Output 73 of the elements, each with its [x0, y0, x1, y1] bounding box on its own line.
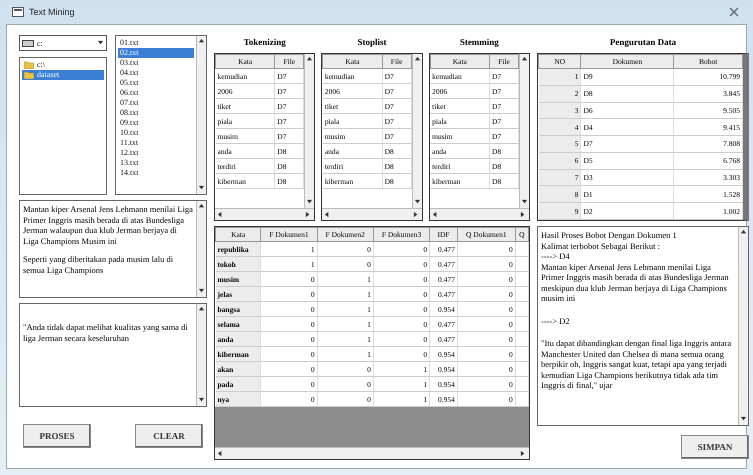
folder-item[interactable]: c:\ [22, 60, 104, 70]
close-icon[interactable] [729, 7, 739, 17]
down-arrow-icon[interactable] [740, 416, 747, 423]
text-line: ----> D4 [541, 251, 571, 262]
left-arrow-icon[interactable] [217, 450, 224, 457]
down-arrow-icon[interactable] [198, 397, 205, 404]
up-arrow-icon[interactable] [520, 56, 528, 63]
down-arrow-icon[interactable] [97, 40, 104, 46]
scrollbar[interactable] [215, 447, 529, 459]
text-line: Hasil Proses Bobot Dengan Dokumen 1 [541, 230, 678, 240]
paragraph: "Anda tidak dapat melihat kualitas yang sama di liga Jerman secara keseluruhan [23, 322, 189, 343]
query-text-area[interactable]: "Anda tidak dapat melihat kualitas yang sama di liga Jerman secara keseluruhan [19, 303, 207, 407]
paragraph: Mantan kiper Arsenal Jens Lehmann menilai Liga Primer Inggris masih berada di atas Bundesliga Jerman walaupun dua klub Jerman berjaya di Liga Champions Musim ini [23, 204, 193, 246]
file-item[interactable]: 07.txt [118, 98, 194, 108]
down-arrow-icon[interactable] [520, 199, 528, 206]
grid-title: Stoplist [356, 36, 388, 49]
grid-title: Pengurutan Data [608, 36, 678, 49]
text-line: Mantan kiper Arsenal Jens Lehmann menilai Liga Primer Inggris masih berada di atas Bundesliga Jerman meskipun dua klub Jerman berjaya di Liga Champions musim ini [541, 262, 730, 304]
file-item[interactable]: 14.txt [118, 168, 194, 178]
scrollbar[interactable] [196, 201, 206, 297]
app-icon [12, 7, 24, 17]
scrollbar[interactable] [304, 54, 314, 208]
down-arrow-icon[interactable] [198, 288, 205, 295]
up-arrow-icon[interactable] [198, 38, 205, 45]
text-line: Kalimat terbobot Sebagai Berikut : [541, 240, 661, 251]
process-button[interactable]: PROSES [23, 424, 91, 448]
document-text-area[interactable] [19, 200, 207, 298]
scrollbar[interactable] [196, 304, 206, 406]
scrollbar[interactable] [215, 208, 314, 220]
down-arrow-icon[interactable] [414, 199, 421, 206]
left-arrow-icon[interactable] [217, 211, 224, 218]
drive-dropdown[interactable]: c: [19, 35, 107, 51]
scrollbar[interactable] [738, 227, 748, 425]
paragraph: Seperti yang diberitakan pada musim lalu di semua Liga Champions [23, 254, 174, 275]
text-line: ----> D2 [541, 316, 571, 326]
file-item[interactable]: 03.txt [118, 58, 194, 68]
up-arrow-icon[interactable] [414, 56, 421, 63]
file-item[interactable]: 13.txt [118, 158, 194, 168]
down-arrow-icon[interactable] [306, 199, 314, 206]
file-item[interactable]: 01.txt [118, 38, 194, 48]
down-arrow-icon[interactable] [198, 185, 205, 192]
window-title: Text Mining [29, 7, 76, 17]
right-arrow-icon[interactable] [412, 211, 420, 218]
up-arrow-icon[interactable] [198, 306, 205, 313]
grid-title: Stemming [458, 36, 500, 49]
scrollbar[interactable] [518, 54, 529, 208]
grid-title: Tokenizing [242, 36, 287, 49]
left-arrow-icon[interactable] [432, 211, 439, 218]
file-item[interactable]: 06.txt [118, 88, 194, 98]
clear-button[interactable]: CLEAR [135, 424, 203, 448]
text-line: "Itu dapat dibandingkan dengan final liga Inggris antara Manchester United dan Chelsea di mana semua orang berpikir oh, Inggris sangat kuat, tetapi apa yang terjadi kemudian Liga Champions berikutnya tidak ada tim Inggris di final," ujar [541, 338, 732, 390]
scrollbar[interactable] [430, 208, 529, 220]
file-item[interactable]: 04.txt [118, 68, 194, 78]
file-item[interactable]: 09.txt [118, 118, 194, 128]
file-item[interactable]: 02.txt [118, 48, 194, 58]
left-arrow-icon[interactable] [324, 211, 332, 218]
up-arrow-icon[interactable] [306, 56, 314, 63]
right-arrow-icon[interactable] [520, 450, 527, 457]
scrollbar[interactable] [322, 208, 422, 220]
save-button[interactable]: SIMPAN [681, 435, 749, 459]
scrollbar[interactable] [412, 54, 422, 208]
result-text-area[interactable] [537, 226, 749, 426]
file-item[interactable]: 05.txt [118, 78, 194, 88]
file-item[interactable]: 11.txt [118, 138, 194, 148]
file-item[interactable]: 08.txt [118, 108, 194, 118]
drive-icon [22, 40, 34, 46]
file-item[interactable]: 10.txt [118, 128, 194, 138]
up-arrow-icon[interactable] [198, 203, 205, 210]
up-arrow-icon[interactable] [740, 229, 747, 236]
scrollbar[interactable] [196, 36, 206, 194]
right-arrow-icon[interactable] [520, 211, 527, 218]
folder-item[interactable]: dataset [22, 70, 104, 80]
file-item[interactable]: 12.txt [118, 148, 194, 158]
